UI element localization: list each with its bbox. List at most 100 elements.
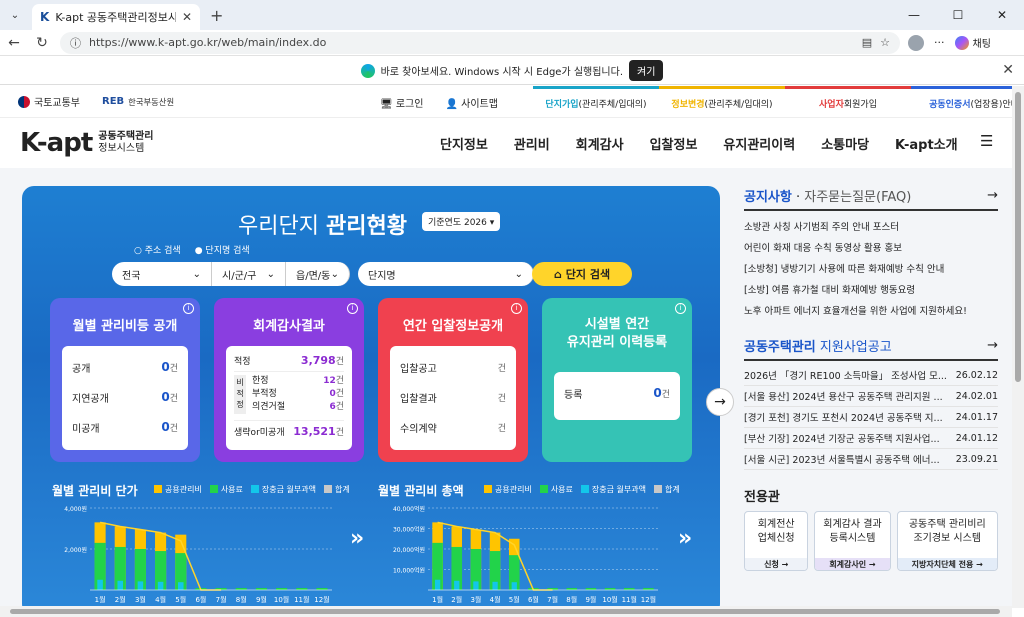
chevron-down-icon: ▾ — [489, 218, 495, 228]
close-tab-icon[interactable]: ✕ — [182, 10, 192, 24]
info-icon[interactable]: i — [347, 303, 358, 314]
dcard-link[interactable]: 지방자치단체 전용 → — [897, 558, 997, 570]
nav-item[interactable]: K-apt소개 — [895, 134, 958, 153]
horizontal-scrollbar[interactable] — [0, 606, 1012, 617]
notice-item[interactable]: 소방관 사칭 사기범죄 주의 안내 포스터 — [744, 215, 998, 236]
notice-item[interactable]: [소방청] 냉방기기 사용에 따른 화재예방 수칙 안내 — [744, 257, 998, 278]
nav-item[interactable]: 입찰정보 — [650, 134, 698, 153]
minimize-icon[interactable]: — — [892, 0, 936, 30]
support-item[interactable]: [서울 용산] 2024년 용산구 공동주택 관리지원 ... 24.02.01 — [744, 386, 998, 407]
chart2-next-icon[interactable]: » — [678, 526, 692, 551]
nav-item[interactable]: 유지관리이력 — [723, 134, 795, 153]
top-link[interactable]: 공동인증서 (업장용)안내 — [911, 86, 1012, 118]
address-bar[interactable]: ⓘ https://www.k-apt.go.kr/web/main/index… — [60, 31, 900, 54]
radio-name-label: 단지명 검색 — [205, 246, 250, 256]
support-more-arrow-icon[interactable]: → — [987, 338, 998, 353]
hamburger-menu-icon[interactable]: ☰ — [980, 132, 993, 150]
dcard-link[interactable]: 회계감사인 → — [815, 558, 890, 570]
sido-select[interactable]: 전국 ⌄ — [112, 262, 212, 286]
x-tick-label: 4월 — [155, 595, 166, 604]
main-nav: K-apt 공동주택관리 정보시스템 단지정보 관리비 회계감사 입찰정보 유지관리이력 소… — [0, 118, 1012, 168]
bar-reserve-fund — [454, 580, 460, 590]
card-maintenance-history[interactable]: i 시설별 연간 유지관리 이력등록 등록 0건 — [542, 298, 692, 462]
row-label: 공개 — [72, 363, 91, 375]
support-item[interactable]: 2026년 「경기 RE100 소득마을」 조성사업 모... 26.02.12 — [744, 365, 998, 386]
x-tick-label: 7월 — [547, 595, 558, 604]
omitted-value: 13,521 — [293, 425, 336, 438]
panel-next-arrow-icon[interactable]: → — [706, 388, 734, 416]
x-tick-label: 4월 — [490, 595, 501, 604]
card-audit-result[interactable]: i 회계감사결과 적정 3,798건 비적정 한정 12건 부적정 0건 의견거절 6건… — [214, 298, 364, 462]
hscroll-thumb[interactable] — [10, 609, 1000, 614]
more-options-icon[interactable]: ··· — [934, 36, 945, 49]
sitemap-link[interactable]: 👤 사이트맵 — [446, 95, 498, 110]
infobar-on-button[interactable]: 켜기 — [629, 60, 664, 81]
top-link[interactable]: 사업자 회원가입 — [785, 86, 911, 118]
web-page: 국토교통부 REB 한국부동산원 🖥 로그인 👤 사이트맵 단지가입 (관리주체/입… — [0, 86, 1012, 608]
radio-name[interactable]: ● 단지명 검색 — [195, 243, 250, 256]
scroll-thumb[interactable] — [1015, 92, 1021, 382]
legend-label: 합계 — [334, 485, 350, 494]
notice-more-arrow-icon[interactable]: → — [987, 188, 998, 203]
molit-logo[interactable]: 국토교통부 — [18, 94, 80, 109]
back-icon[interactable]: ← — [0, 35, 28, 51]
top-link[interactable]: 정보변경 (관리주체/입대의) — [659, 86, 785, 118]
profile-avatar-icon[interactable] — [908, 34, 924, 51]
notice-item[interactable]: 어린이 화재 대응 수칙 동영상 활용 홍보 — [744, 236, 998, 257]
browser-tab[interactable]: K K-apt 공동주택관리정보시스템 ✕ — [32, 4, 200, 30]
legend-label: 공용관리비 — [495, 485, 532, 494]
tab-list-icon[interactable]: ⌄ — [4, 5, 26, 25]
refresh-icon[interactable]: ↻ — [28, 35, 56, 51]
favorite-star-icon[interactable]: ☆ — [880, 36, 890, 49]
support-item[interactable]: [부산 기장] 2024년 기장군 공동주택 지원사업... 24.01.12 — [744, 428, 998, 449]
kapt-logo[interactable]: K-apt 공동주택관리 정보시스템 — [20, 128, 153, 158]
close-window-icon[interactable]: ✕ — [980, 0, 1024, 30]
login-link[interactable]: 🖥 로그인 — [380, 95, 424, 110]
vertical-scrollbar[interactable] — [1012, 86, 1024, 608]
notice-item[interactable]: [소방] 여름 휴가철 대비 화재예방 행동요령 — [744, 278, 998, 299]
dedicated-card[interactable]: 회계전산 업체신청 신청 → — [744, 511, 809, 571]
radio-address[interactable]: ○ 주소 검색 — [134, 243, 181, 256]
sigungu-select[interactable]: 시/군/구 ⌄ — [212, 262, 286, 286]
appropriate-label: 적정 — [234, 357, 251, 367]
nav-item[interactable]: 관리비 — [514, 134, 550, 153]
reb-logo[interactable]: REB 한국부동산원 — [102, 96, 174, 108]
legend-label: 사용료 — [220, 485, 243, 494]
nav-item[interactable]: 소통마당 — [821, 134, 869, 153]
chart2-legend: 공용관리비 사용료 장충금 월부과액 합계 — [484, 484, 680, 495]
info-icon[interactable]: i — [675, 303, 686, 314]
top-link[interactable]: 단지가입 (관리주체/입대의) — [533, 86, 659, 118]
legend-item: 사용료 — [539, 484, 573, 495]
info-icon[interactable]: i — [511, 303, 522, 314]
support-item[interactable]: [경기 포천] 경기도 포천시 2024년 공동주택 지... 24.01.17 — [744, 407, 998, 428]
row-unit: 건 — [497, 363, 506, 374]
site-info-icon[interactable]: ⓘ — [70, 35, 81, 51]
infobar-close-icon[interactable]: ✕ — [1002, 62, 1014, 78]
dedicated-title: 전용관 — [744, 490, 780, 505]
reader-icon[interactable]: ▤ — [862, 36, 872, 49]
complex-name-select[interactable]: 단지명 ⌄ — [358, 262, 534, 286]
legend-item: 공용관리비 — [154, 484, 202, 495]
notice-item[interactable]: 노후 아파트 에너지 효율개선을 위한 사업에 지원하세요! — [744, 299, 998, 320]
nav-item[interactable]: 회계감사 — [576, 134, 624, 153]
legend-item: 장충금 월부과액 — [580, 484, 646, 495]
dedicated-card[interactable]: 공동주택 관리비리 조기경보 시스템 지방자치단체 전용 → — [896, 511, 998, 571]
complex-search-button[interactable]: ⌂ 단지 검색 — [532, 262, 632, 286]
support-item[interactable]: [서울 시군] 2023년 서울특별시 공동주택 에너... 23.09.21 — [744, 449, 998, 470]
chart1-next-icon[interactable]: » — [350, 526, 364, 551]
info-icon[interactable]: i — [183, 303, 194, 314]
top-link-rest: (관리주체/입대의) — [704, 100, 773, 110]
card-monthly-fee[interactable]: i 월별 관리비등 공개 공개 0건 지연공개 0건 미공개 0건 — [50, 298, 200, 462]
card-bidding-info[interactable]: i 연간 입찰정보공개 입찰공고 건 입찰결과 건 수의계약 건 — [378, 298, 528, 462]
copilot-button[interactable]: 채팅 — [954, 35, 991, 50]
notice-tab[interactable]: 공지사항 — [744, 190, 792, 205]
main-content: 우리단지 관리현황 기준연도 2026 ▾ ○ 주소 검색 ● 단지명 검색 전… — [0, 168, 1012, 608]
faq-tab[interactable]: 자주묻는질문(FAQ) — [804, 190, 911, 205]
year-select[interactable]: 기준연도 2026 ▾ — [422, 212, 501, 231]
dedicated-card[interactable]: 회계감사 결과 등록시스템 회계감사인 → — [814, 511, 891, 571]
nav-item[interactable]: 단지정보 — [440, 134, 488, 153]
new-tab-icon[interactable]: + — [210, 6, 223, 25]
dong-select[interactable]: 읍/면/동 ⌄ — [286, 262, 350, 286]
maximize-icon[interactable]: ☐ — [936, 0, 980, 30]
dcard-link[interactable]: 신청 → — [745, 558, 808, 570]
